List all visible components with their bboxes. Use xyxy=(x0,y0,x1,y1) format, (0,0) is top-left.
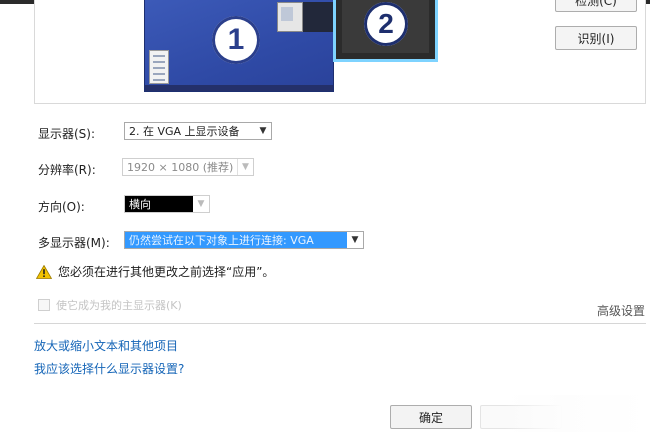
edge-fade xyxy=(505,395,650,432)
multi-display-select[interactable]: 仍然尝试在以下对象上进行连接: VGA ▼ xyxy=(124,231,364,249)
resolution-select-value: 1920 × 1080 (推荐) xyxy=(127,161,234,174)
chevron-down-icon: ▼ xyxy=(237,159,253,175)
chevron-down-icon: ▼ xyxy=(197,199,205,209)
chevron-down-icon: ▼ xyxy=(351,235,359,245)
display-label: 显示器(S): xyxy=(38,127,96,141)
multi-display-select-value: 仍然尝试在以下对象上进行连接: VGA xyxy=(125,232,347,248)
display-select[interactable]: 2. 在 VGA 上显示设备 ▼ xyxy=(124,122,272,140)
monitor-1-badge: 1 xyxy=(212,16,260,64)
orientation-select: 横向 ▼ xyxy=(124,195,210,213)
resolution-select: 1920 × 1080 (推荐) ▼ xyxy=(122,158,254,176)
primary-display-label: 使它成为我的主显示器(K) xyxy=(56,299,182,312)
display-select-value: 2. 在 VGA 上显示设备 xyxy=(129,125,240,138)
divider xyxy=(34,323,646,324)
monitor-2-badge: 2 xyxy=(364,2,408,46)
warning-text: 您必须在进行其他更改之前选择“应用”。 xyxy=(58,265,275,279)
document-icon xyxy=(149,50,169,84)
display-settings-help-link[interactable]: 我应该选择什么显示器设置? xyxy=(34,360,184,377)
orientation-label: 方向(O): xyxy=(38,200,85,214)
enlarge-text-link[interactable]: 放大或缩小文本和其他项目 xyxy=(34,337,178,354)
warning-message: 您必须在进行其他更改之前选择“应用”。 xyxy=(36,263,274,280)
chevron-down-icon: ▼ xyxy=(259,126,267,136)
ok-button[interactable]: 确定 xyxy=(390,405,472,429)
window-thumbnail xyxy=(277,2,303,32)
detect-button[interactable]: 检测(C) xyxy=(555,0,637,12)
primary-display-checkbox xyxy=(38,299,50,311)
resolution-label: 分辨率(R): xyxy=(38,163,96,177)
orientation-select-value: 横向 xyxy=(125,196,193,212)
identify-button[interactable]: 识别(I) xyxy=(555,26,637,50)
warning-icon xyxy=(36,264,52,279)
multi-display-label: 多显示器(M): xyxy=(38,236,110,250)
advanced-settings-link[interactable]: 高级设置 xyxy=(597,302,645,319)
dark-window-thumbnail xyxy=(303,2,333,32)
taskbar-thumbnail xyxy=(145,85,333,91)
primary-display-option: 使它成为我的主显示器(K) xyxy=(38,297,182,313)
